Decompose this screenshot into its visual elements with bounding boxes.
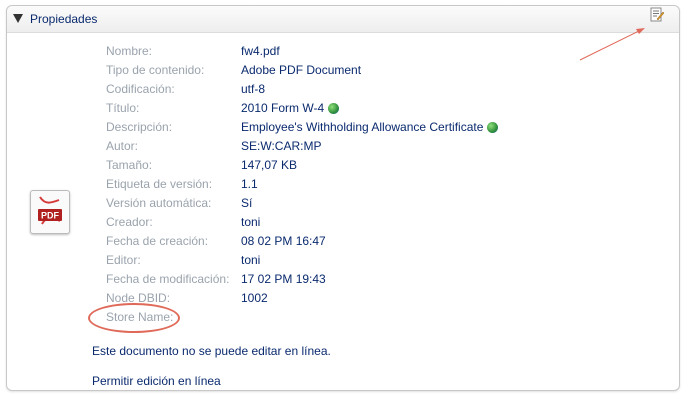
property-value: Sí (241, 196, 252, 210)
property-value: SE:W:CAR:MP (241, 139, 321, 153)
globe-icon[interactable] (328, 102, 340, 114)
property-value-text: 1.1 (241, 177, 258, 191)
property-value: 2010 Form W-4 (241, 101, 340, 115)
property-value-text: 2010 Form W-4 (241, 101, 325, 115)
property-label: Fecha de modificación: (106, 272, 230, 286)
property-value-text: toni (241, 253, 261, 267)
property-value: 1.1 (241, 177, 258, 191)
property-label: Editor: (106, 253, 141, 267)
property-value: 147,07 KB (241, 158, 297, 172)
property-label: Descripción: (106, 120, 173, 134)
property-value-text: 08 02 PM 16:47 (241, 234, 326, 248)
property-label: Etiqueta de versión: (106, 177, 213, 191)
pdf-file-label: PDF (41, 211, 60, 221)
property-label: Versión automática: (106, 196, 212, 210)
property-label: Tipo de contenido: (106, 63, 205, 77)
property-value: Adobe PDF Document (241, 63, 361, 77)
property-value-text: Employee's Withholding Allowance Certifi… (241, 120, 484, 134)
property-label: Fecha de creación: (106, 234, 209, 248)
property-label: Autor: (106, 139, 139, 153)
triangle-down-icon[interactable] (13, 14, 23, 23)
property-value-text: fw4.pdf (241, 44, 280, 58)
property-value-text: utf-8 (241, 82, 266, 96)
property-label: Nombre: (106, 44, 153, 58)
property-label: Creador: (106, 215, 153, 229)
property-value-text: toni (241, 215, 261, 229)
property-value-text: Sí (241, 196, 253, 210)
property-value-text: 17 02 PM 19:43 (241, 272, 326, 286)
property-value: Employee's Withholding Allowance Certifi… (241, 120, 499, 134)
edit-properties-icon[interactable] (650, 6, 664, 22)
property-value: 1002 (241, 291, 268, 305)
property-value-text: SE:W:CAR:MP (241, 139, 322, 153)
property-label: Título: (106, 101, 140, 115)
property-value-text: Adobe PDF Document (241, 63, 362, 77)
property-value: toni (241, 215, 260, 229)
property-label: Codificación: (106, 82, 175, 96)
enable-online-edit-link[interactable]: Permitir edición en línea (92, 374, 221, 388)
not-editable-notice: Este documento no se puede editar en lín… (92, 344, 331, 358)
panel-title[interactable]: Propiedades (30, 12, 97, 26)
property-label: Store Name: (106, 310, 174, 324)
property-value: toni (241, 253, 260, 267)
property-value: 17 02 PM 19:43 (241, 272, 326, 286)
property-value-text: 1002 (241, 291, 268, 305)
property-value-text: 147,07 KB (241, 158, 298, 172)
property-value: fw4.pdf (241, 44, 280, 58)
property-value: 08 02 PM 16:47 (241, 234, 326, 248)
pdf-file-icon: PDF (30, 190, 70, 234)
property-value: utf-8 (241, 82, 265, 96)
panel-header: Propiedades (7, 6, 679, 33)
property-label: Node DBID: (106, 291, 171, 305)
globe-icon[interactable] (487, 121, 499, 133)
property-label: Tamaño: (106, 158, 153, 172)
